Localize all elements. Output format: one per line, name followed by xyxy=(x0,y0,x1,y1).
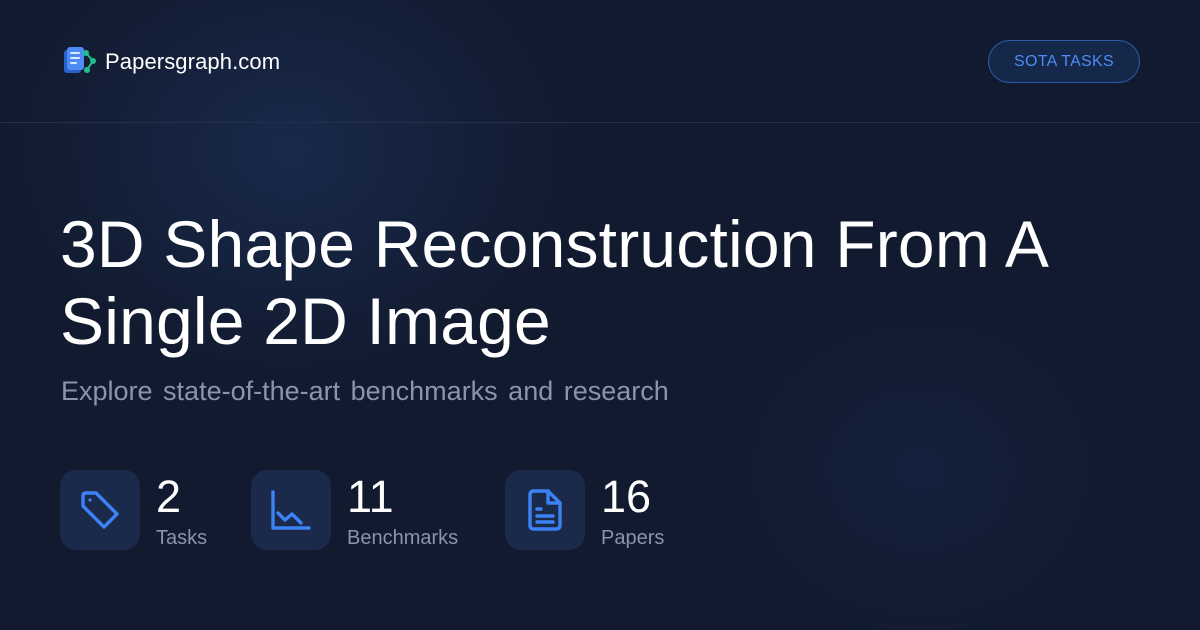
page-subtitle: Explore state-of-the-art benchmarks and … xyxy=(61,376,669,406)
sota-tasks-button[interactable]: SOTA TASKS xyxy=(988,40,1140,83)
brand-link[interactable]: Papersgraph.com xyxy=(62,46,280,78)
brand-name: Papersgraph.com xyxy=(105,49,281,74)
document-icon xyxy=(528,489,562,531)
site-header: Papersgraph.com SOTA TASKS xyxy=(0,0,1200,123)
stat-label: Benchmarks xyxy=(347,527,459,549)
stat-icon-box xyxy=(251,470,331,550)
stat-value: 2 xyxy=(156,471,182,522)
line-chart-icon xyxy=(271,490,311,530)
stat-icon-box xyxy=(60,470,140,550)
stat-icon-box xyxy=(505,470,585,550)
stat-value: 11 xyxy=(347,471,394,522)
page-title: 3D Shape Reconstruction From A Single 2D… xyxy=(60,207,1046,358)
stat-text: 16 Papers xyxy=(601,470,664,550)
stat-text: 2 Tasks xyxy=(156,470,207,550)
tag-icon xyxy=(81,491,119,529)
stat-label: Papers xyxy=(601,527,665,549)
stat-papers: 16 Papers xyxy=(505,470,664,550)
stat-tasks: 2 Tasks xyxy=(60,470,207,550)
stat-label: Tasks xyxy=(156,527,208,549)
papersgraph-logo-icon xyxy=(64,47,96,73)
stat-value: 16 xyxy=(601,471,652,522)
stat-text: 11 Benchmarks xyxy=(347,470,458,550)
stat-benchmarks: 11 Benchmarks xyxy=(251,470,458,550)
